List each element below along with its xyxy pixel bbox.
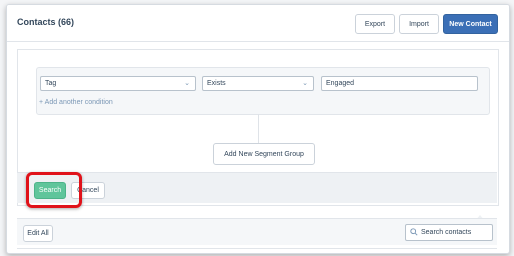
- condition-field-value: Tag: [45, 80, 57, 87]
- new-contact-button[interactable]: New Contact: [443, 14, 498, 34]
- chevron-down-icon: ⌄: [184, 80, 190, 87]
- search-icon: [410, 228, 418, 236]
- contacts-window: Contacts (66) Export Import New Contact …: [6, 4, 510, 254]
- export-button[interactable]: Export: [355, 14, 395, 34]
- edit-all-button[interactable]: Edit All: [23, 225, 53, 242]
- search-contacts-placeholder: Search contacts: [421, 229, 472, 236]
- page-title: Contacts (66): [17, 17, 75, 27]
- chevron-down-icon: ⌄: [302, 80, 308, 87]
- page-header: Contacts (66) Export Import New Contact: [7, 5, 509, 42]
- condition-value-text: Engaged: [326, 80, 355, 87]
- condition-operator-value: Exists: [207, 80, 226, 87]
- search-contacts-input[interactable]: Search contacts: [405, 224, 493, 241]
- highlight-annotation: [26, 172, 82, 208]
- table-divider: [17, 248, 497, 249]
- condition-operator-select[interactable]: Exists ⌄: [202, 76, 314, 91]
- condition-group: Tag ⌄ Exists ⌄ Engaged + Add another con…: [36, 67, 490, 115]
- import-button[interactable]: Import: [399, 14, 439, 34]
- group-connector-line: [258, 114, 259, 143]
- add-condition-link[interactable]: + Add another condition: [39, 99, 113, 106]
- condition-value-field[interactable]: Engaged: [321, 76, 478, 91]
- condition-field-select[interactable]: Tag ⌄: [40, 76, 196, 91]
- add-segment-group-button[interactable]: Add New Segment Group: [213, 143, 315, 165]
